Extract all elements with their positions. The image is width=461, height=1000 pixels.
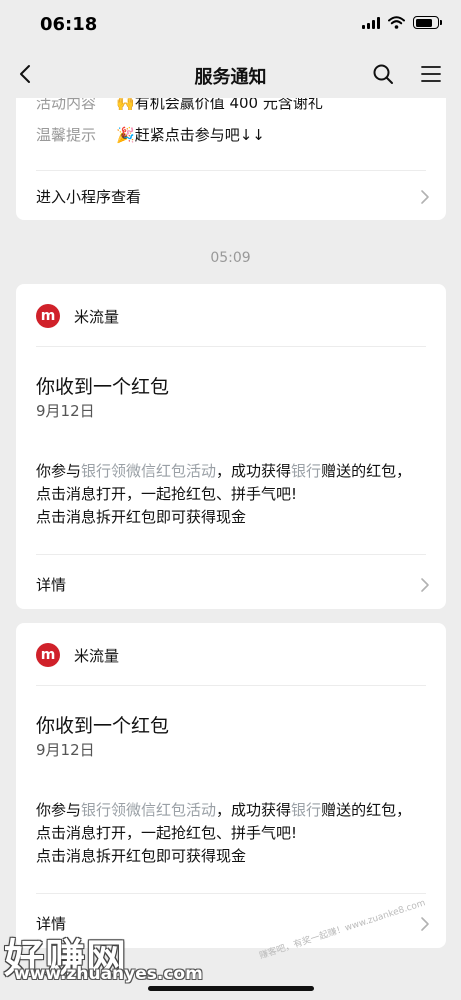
card-divider <box>36 893 426 894</box>
body-highlight: 银行领微信红包活动 <box>81 462 217 480</box>
body-highlight: 银行 <box>291 462 322 480</box>
brand-logo-icon: m <box>36 643 60 667</box>
message-date: 9月12日 <box>36 741 95 759</box>
brand-name: 米流量 <box>74 307 120 326</box>
kv-row-tip: 温馨提示 🎉赶紧点击参与吧↓↓ <box>36 124 265 145</box>
kv-label: 活动内容 <box>36 98 97 112</box>
message-date: 9月12日 <box>36 402 95 420</box>
status-time: 06:18 <box>40 14 98 35</box>
body-text: ，成功获得 <box>216 801 292 819</box>
body-text: 点击消息拆开红包即可获得现金 <box>36 508 247 526</box>
card-divider <box>36 685 426 686</box>
body-text: 你参与 <box>36 462 82 480</box>
chevron-right-icon <box>421 189 429 204</box>
open-miniprogram-link[interactable]: 进入小程序查看 <box>36 186 430 207</box>
card-divider <box>36 554 426 555</box>
brand-name: 米流量 <box>74 646 120 665</box>
body-text: ，成功获得 <box>216 462 292 480</box>
message-card[interactable]: m 米流量 你收到一个红包 9月12日 你参与银行领微信红包活动，成功获得银行赠… <box>16 284 446 609</box>
body-highlight: 银行 <box>291 801 322 819</box>
link-label: 详情 <box>36 576 67 594</box>
signal-icon <box>362 16 380 29</box>
body-text: 你参与 <box>36 801 82 819</box>
card-header: m 米流量 <box>36 304 119 328</box>
body-text: 点击消息拆开红包即可获得现金 <box>36 847 247 865</box>
chevron-right-icon <box>421 916 429 931</box>
card-divider <box>36 170 426 171</box>
link-label: 进入小程序查看 <box>36 188 142 206</box>
message-body: 你参与银行领微信红包活动，成功获得银行赠送的红包，点击消息打开，一起抢红包、拼手… <box>36 799 426 868</box>
kv-value: 🎉赶紧点击参与吧↓↓ <box>116 126 265 144</box>
kv-value: 🙌有机会赢价值 400 元含谢礼 <box>116 98 323 112</box>
chevron-right-icon <box>421 577 429 592</box>
message-body: 你参与银行领微信红包活动，成功获得银行赠送的红包，点击消息打开，一起抢红包、拼手… <box>36 460 426 529</box>
menu-icon[interactable] <box>419 62 443 86</box>
battery-icon <box>413 16 442 29</box>
wifi-icon <box>388 16 405 29</box>
watermark-url: www.zhuanyes.com <box>14 964 203 984</box>
kv-row-content: 活动内容 🙌有机会赢价值 400 元含谢礼 <box>36 98 323 113</box>
message-list: 活动内容 🙌有机会赢价值 400 元含谢礼 温馨提示 🎉赶紧点击参与吧↓↓ 进入… <box>0 98 461 1000</box>
home-indicator <box>148 986 314 991</box>
kv-label: 温馨提示 <box>36 126 97 144</box>
message-title: 你收到一个红包 <box>36 715 170 737</box>
card-divider <box>36 346 426 347</box>
notification-card[interactable]: 活动内容 🙌有机会赢价值 400 元含谢礼 温馨提示 🎉赶紧点击参与吧↓↓ 进入… <box>16 98 446 220</box>
search-icon[interactable] <box>371 62 395 86</box>
status-icons <box>362 16 442 29</box>
brand-logo-icon: m <box>36 304 60 328</box>
message-title: 你收到一个红包 <box>36 376 170 398</box>
message-card[interactable]: m 米流量 你收到一个红包 9月12日 你参与银行领微信红包活动，成功获得银行赠… <box>16 623 446 948</box>
timestamp-separator: 05:09 <box>210 250 251 266</box>
card-header: m 米流量 <box>36 643 119 667</box>
details-link[interactable]: 详情 <box>36 574 430 595</box>
status-bar: 06:18 <box>0 0 461 50</box>
body-highlight: 银行领微信红包活动 <box>81 801 217 819</box>
nav-bar: 服务通知 <box>0 50 461 98</box>
